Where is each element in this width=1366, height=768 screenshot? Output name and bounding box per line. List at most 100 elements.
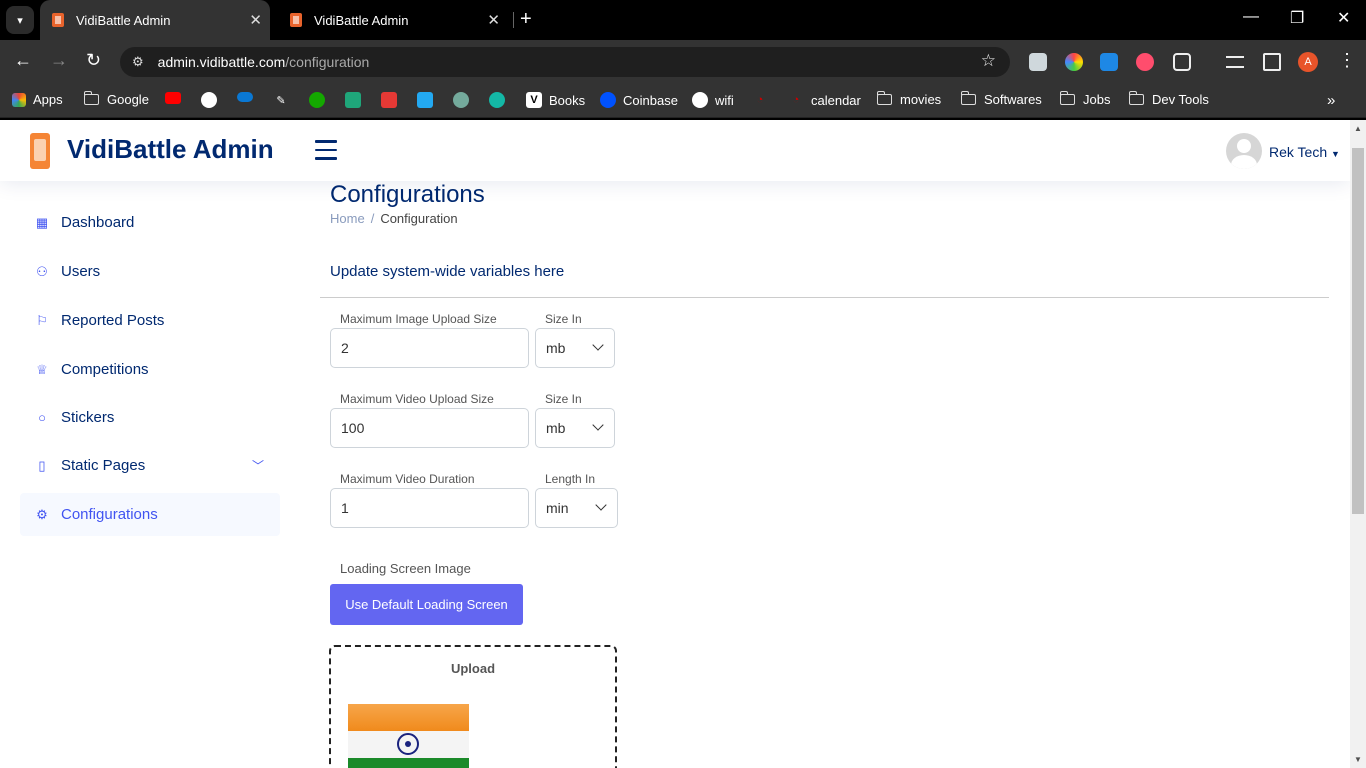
file-icon: ▯ — [38, 457, 46, 473]
chevron-down-icon — [592, 419, 604, 431]
loading-image-preview — [348, 704, 469, 768]
side-panel-icon[interactable] — [1263, 53, 1281, 71]
folder-icon — [1059, 91, 1075, 105]
page-scrollbar[interactable]: ▲ ▼ — [1350, 120, 1366, 768]
video-unit-select[interactable]: mb — [535, 408, 615, 448]
scroll-down-icon[interactable]: ▼ — [1354, 755, 1362, 764]
profile-dropdown[interactable]: Rek Tech ▼ — [1269, 144, 1340, 160]
address-bar[interactable]: ⚙ admin.vidibattle.com/configuration ☆ — [120, 47, 1010, 77]
coinbase-icon — [600, 92, 616, 108]
chevron-down-icon — [592, 339, 604, 351]
bookmark-label: Google — [107, 92, 149, 107]
bookmark-youtube[interactable] — [165, 92, 188, 104]
menu-kebab-icon[interactable]: ⋮ — [1338, 50, 1356, 71]
tab-search-button[interactable]: ▾ — [6, 6, 34, 34]
sidebar-item-dashboard[interactable]: ▦ Dashboard — [20, 201, 280, 244]
video-duration-input[interactable]: 1 — [330, 488, 529, 528]
gear-icon: ⚙ — [36, 506, 48, 522]
bookmark-jobs[interactable]: Jobs — [1059, 91, 1110, 107]
bookmark-coinbase[interactable]: Coinbase — [600, 92, 678, 108]
scrollbar-thumb[interactable] — [1352, 148, 1364, 514]
media-icon[interactable] — [1226, 56, 1244, 68]
bookmark-github[interactable] — [201, 92, 224, 108]
forward-icon[interactable]: → — [50, 50, 68, 71]
back-icon[interactable]: ← — [14, 50, 32, 71]
bookmark-p[interactable] — [381, 92, 404, 108]
toggle-sidebar-button[interactable] — [315, 140, 337, 160]
upload-dropzone[interactable]: Upload — [329, 645, 617, 768]
bookmark-ee[interactable] — [489, 92, 512, 108]
bookmark-movies[interactable]: movies — [876, 91, 942, 107]
scroll-up-icon[interactable]: ▲ — [1354, 124, 1362, 133]
vscode-icon — [417, 92, 433, 108]
bookmark-d[interactable] — [345, 92, 368, 108]
tab-divider — [513, 12, 514, 28]
people-icon: ⚇ — [36, 263, 48, 279]
sidebar-item-stickers[interactable]: ○ Stickers — [20, 396, 280, 439]
image-unit-select[interactable]: mb — [535, 328, 615, 368]
image-unit-label: Size In — [545, 312, 582, 326]
use-default-loading-button[interactable]: Use Default Loading Screen — [330, 584, 523, 625]
breadcrumb-home-link[interactable]: Home — [330, 211, 365, 226]
ee-icon — [489, 92, 505, 108]
bookmark-star-icon[interactable]: ☆ — [981, 51, 996, 71]
bookmark-books[interactable]: V Books — [526, 92, 585, 108]
restore-icon[interactable]: ❐ — [1290, 8, 1304, 28]
bookmark-tool[interactable]: ✎ — [273, 92, 296, 108]
github-icon — [201, 92, 217, 108]
fi-extension-icon[interactable] — [1100, 53, 1118, 71]
close-window-icon[interactable]: ✕ — [1337, 8, 1350, 28]
cloud-icon — [237, 92, 253, 102]
profile-avatar[interactable]: A — [1298, 52, 1318, 72]
reload-icon[interactable]: ↻ — [86, 50, 101, 71]
browser-tab-active[interactable]: VidiBattle Admin ✕ — [40, 0, 270, 40]
more-bookmarks-icon[interactable]: » — [1327, 92, 1335, 109]
bookmark-google[interactable]: Google — [83, 91, 149, 107]
chakra-icon — [397, 733, 419, 755]
new-tab-button[interactable]: + — [520, 8, 532, 31]
browser-tab-inactive[interactable]: VidiBattle Admin ✕ — [278, 0, 508, 40]
color-extension-icon[interactable] — [1065, 53, 1083, 71]
avatar[interactable] — [1226, 133, 1262, 169]
logo-icon[interactable] — [30, 133, 50, 169]
bookmark-softwares[interactable]: Softwares — [960, 91, 1042, 107]
close-tab-icon[interactable]: ✕ — [249, 11, 262, 29]
bookmark-red[interactable]: ◔ — [752, 92, 775, 108]
bookmark-calendar[interactable]: ◔ calendar — [788, 92, 861, 108]
bookmark-upwork[interactable] — [309, 92, 332, 108]
extension-icon[interactable] — [1136, 53, 1154, 71]
extensions-puzzle-icon[interactable] — [1173, 53, 1191, 71]
breadcrumb: Home / Configuration — [330, 211, 458, 226]
sidebar-item-configurations[interactable]: ⚙ Configurations — [20, 493, 280, 536]
bookmark-vscode[interactable] — [417, 92, 440, 108]
logo-text[interactable]: VidiBattle Admin — [67, 134, 274, 165]
bookmark-wifi[interactable]: wifi — [692, 92, 734, 108]
circle-icon: ○ — [38, 410, 46, 425]
bookmark-chatgpt[interactable] — [453, 92, 476, 108]
select-value: mb — [546, 340, 566, 356]
minimize-icon[interactable]: — — [1243, 8, 1259, 26]
folder-icon — [1128, 91, 1144, 105]
sidebar-item-competitions[interactable]: ♕ Competitions — [20, 348, 280, 391]
image-size-label: Maximum Image Upload Size — [340, 312, 497, 326]
apps-grid-icon — [12, 92, 26, 107]
loading-screen-label: Loading Screen Image — [340, 561, 471, 576]
sidebar-item-reported-posts[interactable]: ⚐ Reported Posts — [20, 299, 280, 342]
close-tab-icon[interactable]: ✕ — [487, 11, 500, 29]
main-content: Configurations Home / Configuration Update… — [300, 181, 1350, 768]
bookmark-label: movies — [900, 92, 942, 107]
grid-icon: ▦ — [35, 214, 49, 230]
bookmark-apps[interactable]: Apps — [12, 92, 63, 107]
extension-icon[interactable] — [1029, 53, 1047, 71]
image-size-input[interactable]: 2 — [330, 328, 529, 368]
bookmark-onedrive[interactable] — [237, 92, 260, 102]
sidebar-item-label: Reported Posts — [61, 312, 165, 329]
duration-unit-select[interactable]: min — [535, 488, 618, 528]
caret-down-icon: ▼ — [1331, 149, 1340, 159]
sidebar-item-label: Stickers — [61, 409, 115, 426]
bookmark-devtools[interactable]: Dev Tools — [1128, 91, 1209, 107]
sidebar-item-static-pages[interactable]: ▯ Static Pages ﹀ — [20, 444, 280, 487]
video-size-input[interactable]: 100 — [330, 408, 529, 448]
sidebar-item-users[interactable]: ⚇ Users — [20, 250, 280, 293]
site-info-icon[interactable]: ⚙ — [132, 54, 144, 70]
